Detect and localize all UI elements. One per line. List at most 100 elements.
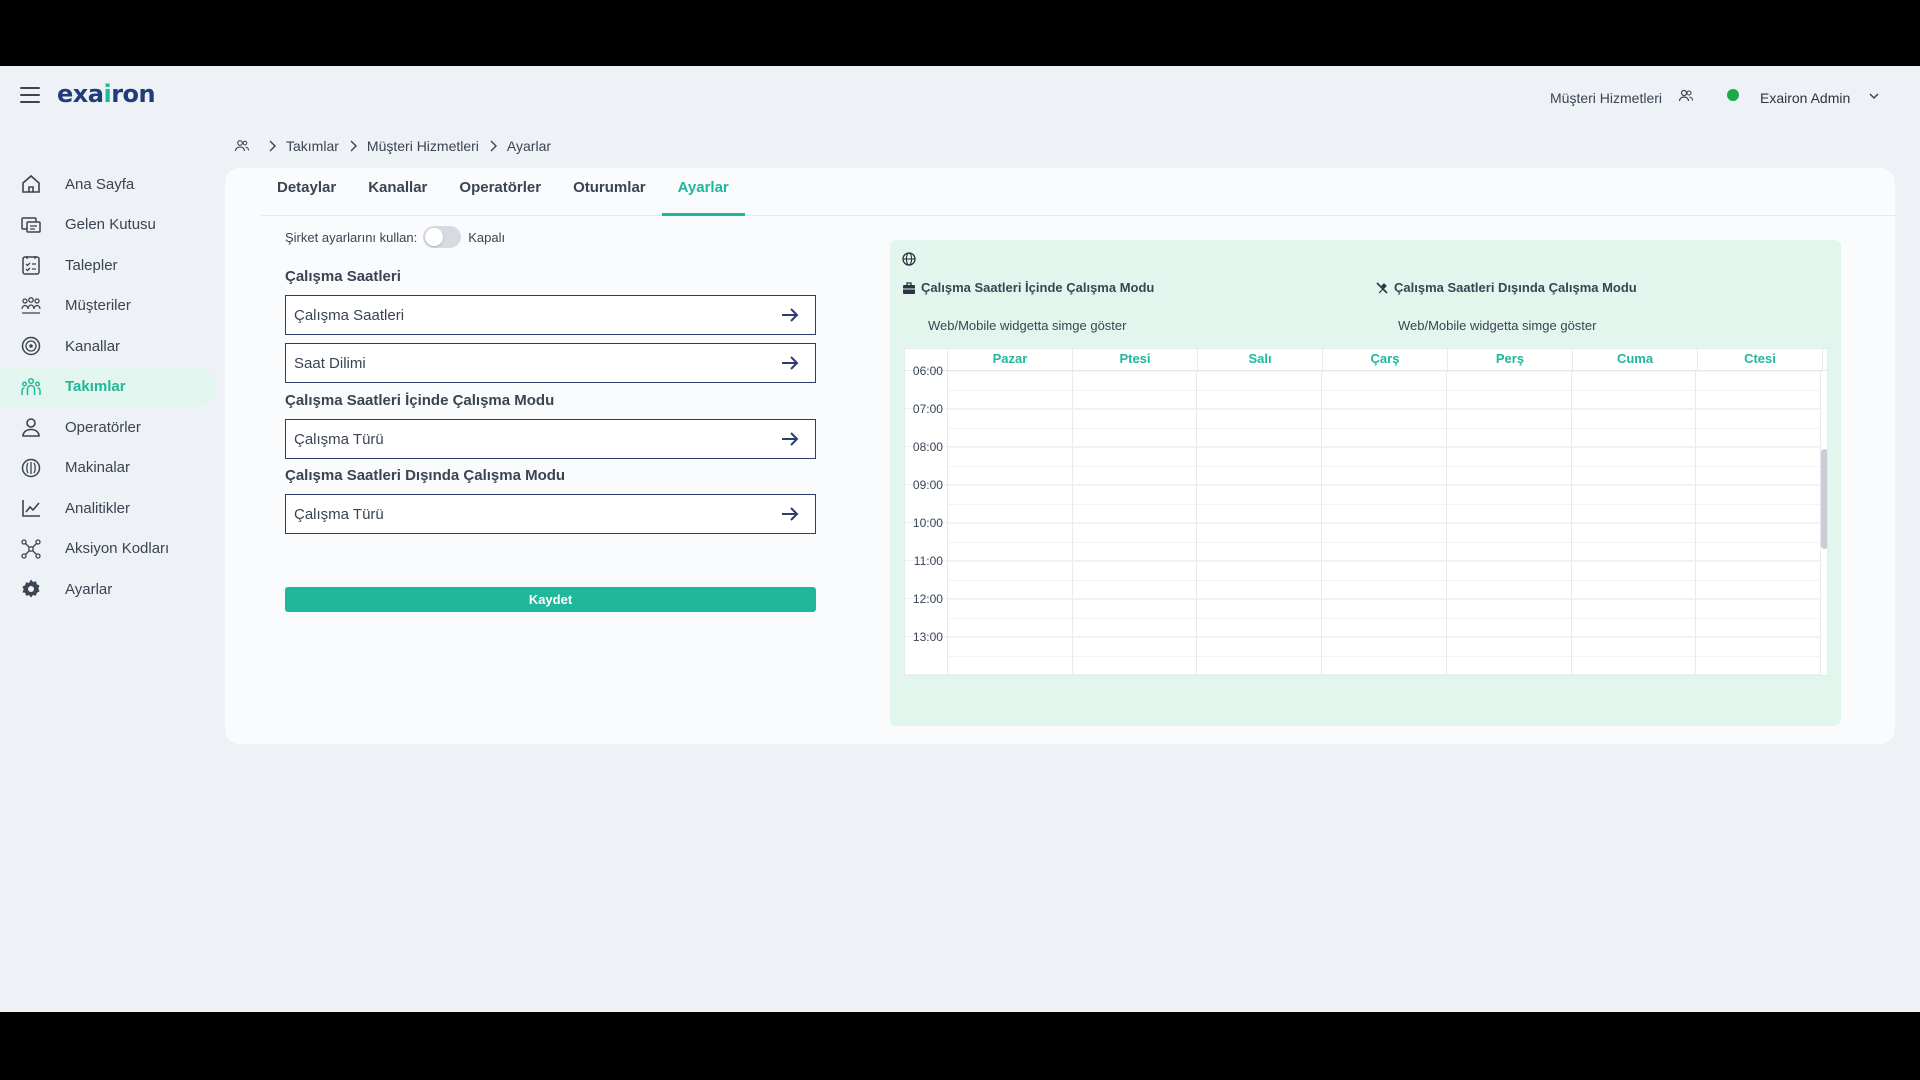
calendar-slot[interactable] xyxy=(947,561,1073,598)
calendar-slot[interactable] xyxy=(1197,447,1323,484)
sidebar-item-label: Analitikler xyxy=(65,499,131,517)
calendar-slot[interactable] xyxy=(1197,637,1323,674)
calendar-slot[interactable] xyxy=(1571,371,1697,408)
sidebar-item-takimlar[interactable]: Takımlar xyxy=(0,366,216,407)
header-team-name[interactable]: Müşteri Hizmetleri xyxy=(1550,90,1662,106)
calendar-slot[interactable] xyxy=(947,447,1073,484)
calendar-slot[interactable] xyxy=(1072,371,1198,408)
calendar-slot[interactable] xyxy=(1072,637,1198,674)
chevron-right-icon xyxy=(490,140,497,152)
team-icon[interactable] xyxy=(234,139,250,153)
customers-icon xyxy=(20,295,42,317)
sidebar-item-gelen-kutusu[interactable]: Gelen Kutusu xyxy=(0,205,220,245)
calendar-slot[interactable] xyxy=(1571,409,1697,446)
calendar-slot[interactable] xyxy=(1571,637,1697,674)
outside-widget-text: Web/Mobile widgetta simge göster xyxy=(1398,318,1597,333)
calendar-slot[interactable] xyxy=(1696,485,1821,522)
sidebar-item-operatorler[interactable]: Operatörler xyxy=(0,407,220,447)
sidebar-item-musteriler[interactable]: Müşteriler xyxy=(0,286,220,326)
calendar-slot[interactable] xyxy=(1571,561,1697,598)
logo[interactable]: exairon xyxy=(57,80,156,108)
calendar-slot[interactable] xyxy=(1322,637,1447,674)
calendar-slot[interactable] xyxy=(1571,447,1697,484)
sidebar-item-label: Operatörler xyxy=(65,418,141,436)
sidebar-item-ana-sayfa[interactable]: Ana Sayfa xyxy=(0,164,220,204)
calendar-slot[interactable] xyxy=(1571,599,1697,636)
calendar-slot[interactable] xyxy=(1446,561,1572,598)
calendar-scrollbar[interactable] xyxy=(1821,449,1827,549)
calendar-slot[interactable] xyxy=(1072,561,1198,598)
calendar-slot[interactable] xyxy=(1072,485,1198,522)
sidebar-item-ayarlar[interactable]: Ayarlar xyxy=(0,569,220,609)
calendar-row: 11:00 xyxy=(905,554,1821,599)
sidebar-item-analitikler[interactable]: Analitikler xyxy=(0,488,220,528)
timezone-field[interactable]: Saat Dilimi xyxy=(285,343,816,383)
calendar-slot[interactable] xyxy=(1446,447,1572,484)
chevron-down-icon[interactable] xyxy=(1868,91,1880,101)
calendar-slot[interactable] xyxy=(947,371,1073,408)
calendar-slot[interactable] xyxy=(1072,409,1198,446)
calendar-slot[interactable] xyxy=(1696,523,1821,560)
settings-card: Detaylar Kanallar Operatörler Oturumlar … xyxy=(225,168,1895,744)
calendar-row: 07:00 xyxy=(905,402,1821,447)
calendar-slot[interactable] xyxy=(1322,561,1447,598)
calendar-slot[interactable] xyxy=(947,485,1073,522)
analytics-icon xyxy=(20,497,42,519)
calendar-slot[interactable] xyxy=(1571,485,1697,522)
calendar-slot[interactable] xyxy=(1446,599,1572,636)
calendar-slot[interactable] xyxy=(1446,371,1572,408)
inside-mode-field[interactable]: Çalışma Türü xyxy=(285,419,816,459)
outside-mode-field[interactable]: Çalışma Türü xyxy=(285,494,816,534)
save-button[interactable]: Kaydet xyxy=(285,587,816,612)
calendar-slot[interactable] xyxy=(1197,409,1323,446)
user-name[interactable]: Exairon Admin xyxy=(1760,90,1850,106)
calendar-slot[interactable] xyxy=(1197,523,1323,560)
calendar-slot[interactable] xyxy=(1696,409,1821,446)
weekly-calendar[interactable]: Pazar Ptesi Salı Çarş Perş Cuma Ctesi 06… xyxy=(904,348,1828,676)
calendar-slot[interactable] xyxy=(1197,485,1323,522)
calendar-slot[interactable] xyxy=(1446,637,1572,674)
sidebar-item-aksiyon-kodlari[interactable]: Aksiyon Kodları xyxy=(0,529,220,569)
menu-toggle-icon[interactable] xyxy=(20,87,40,103)
calendar-slot[interactable] xyxy=(1446,485,1572,522)
calendar-slot[interactable] xyxy=(1322,523,1447,560)
tab-oturumlar[interactable]: Oturumlar xyxy=(557,168,662,216)
sidebar-item-talepler[interactable]: Talepler xyxy=(0,245,220,285)
sidebar-item-label: Gelen Kutusu xyxy=(65,216,156,233)
calendar-slot[interactable] xyxy=(947,637,1073,674)
tab-operatorler[interactable]: Operatörler xyxy=(443,168,557,216)
calendar-slot[interactable] xyxy=(1696,371,1821,408)
calendar-slot[interactable] xyxy=(1446,523,1572,560)
calendar-slot[interactable] xyxy=(1072,523,1198,560)
calendar-slot[interactable] xyxy=(1322,599,1447,636)
calendar-slot[interactable] xyxy=(947,409,1073,446)
calendar-slot[interactable] xyxy=(1322,485,1447,522)
calendar-slot[interactable] xyxy=(1322,371,1447,408)
calendar-slot[interactable] xyxy=(1696,599,1821,636)
breadcrumb-item-team[interactable]: Müşteri Hizmetleri xyxy=(367,138,479,154)
calendar-slot[interactable] xyxy=(1446,409,1572,446)
working-hours-field[interactable]: Çalışma Saatleri xyxy=(285,295,816,335)
calendar-slot[interactable] xyxy=(1197,371,1323,408)
calendar-slot[interactable] xyxy=(1072,447,1198,484)
sidebar-item-kanallar[interactable]: Kanallar xyxy=(0,326,220,366)
tab-ayarlar[interactable]: Ayarlar xyxy=(661,168,745,216)
calendar-slot[interactable] xyxy=(1322,409,1447,446)
calendar-slot[interactable] xyxy=(1571,523,1697,560)
calendar-slot[interactable] xyxy=(1322,447,1447,484)
company-settings-toggle[interactable] xyxy=(423,226,462,248)
tab-kanallar[interactable]: Kanallar xyxy=(352,168,443,216)
breadcrumb-item-takimlar[interactable]: Takımlar xyxy=(286,138,339,154)
calendar-slot[interactable] xyxy=(1197,561,1323,598)
calendar-slot[interactable] xyxy=(1696,637,1821,674)
calendar-slot[interactable] xyxy=(947,599,1073,636)
sidebar-item-makinalar[interactable]: Makinalar xyxy=(0,448,220,488)
calendar-slot[interactable] xyxy=(1696,447,1821,484)
sidebar-item-label: Talepler xyxy=(65,256,118,274)
calendar-slot[interactable] xyxy=(1197,599,1323,636)
calendar-slot[interactable] xyxy=(1696,561,1821,598)
sidebar-item-label: Makinalar xyxy=(65,459,131,476)
calendar-slot[interactable] xyxy=(1072,599,1198,636)
tab-detaylar[interactable]: Detaylar xyxy=(261,168,352,216)
calendar-slot[interactable] xyxy=(947,523,1073,560)
